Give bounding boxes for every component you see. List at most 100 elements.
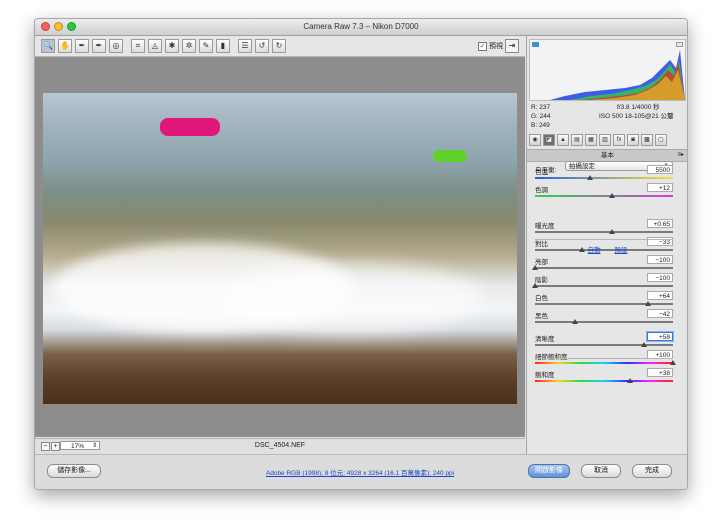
camera-raw-window: Camera Raw 7.3 – Nikon D7000 🔍 ✋ ✒ ✒ ◎ ⌗ ◬ ✱ ✲ ✎ ▮… [34,18,688,490]
adjustment-panel: R: 237 G: 244 B: 249 f/3.8 1/4000 秒 ISO … [526,36,687,454]
slider-thumb[interactable] [627,378,634,383]
tool-group: 🔍 ✋ ✒ ✒ ◎ ⌗ ◬ ✱ ✲ ✎ ▮ ☰ ↺ ↻ [41,39,289,53]
preview-checkbox[interactable]: ✓ [478,41,487,51]
crop-tool[interactable]: ⌗ [131,39,145,53]
rotate-right-tool[interactable]: ↻ [272,39,286,53]
auto-default-links: 自動 預設 [527,244,687,254]
exif-info: f/3.8 1/4000 秒 ISO 500 18-105@21 公釐 [579,103,674,121]
slider-label: 色調 [535,187,548,194]
save-image-button[interactable]: 儲存影像... [47,464,101,478]
slider-track[interactable] [535,344,673,346]
slider-label: 曝光度 [535,223,555,230]
slider-row: 亮部 −100 [527,255,687,273]
slider-row: 清晰度 +58 [527,332,687,350]
panel-tab-6[interactable]: fx [613,134,625,146]
preview-toggle[interactable]: ✓ 預視 [478,41,503,51]
panel-tab-5[interactable]: ▥ [599,134,611,146]
red-readout: R: 237 [531,104,551,111]
image-preview-area[interactable] [35,57,525,437]
slider-value-field[interactable]: +38 [647,368,673,377]
histogram-graph [530,50,685,100]
slider-track[interactable] [535,267,673,269]
open-image-button[interactable]: 開啟影像 [528,464,570,478]
default-link[interactable]: 預設 [614,247,627,254]
targeted-adjustment-tool[interactable]: ◎ [109,39,123,53]
panel-tab-7[interactable]: ◙ [627,134,639,146]
graduated-filter-tool[interactable]: ▮ [216,39,230,53]
slider-value-field[interactable]: 5500 [647,165,673,174]
cancel-button[interactable]: 取消 [581,464,621,478]
slider-track[interactable] [535,321,673,323]
slider-row: 陰影 −100 [527,273,687,291]
fullscreen-button[interactable]: ⇥ [505,39,519,53]
iso-lens: ISO 500 18-105@21 公釐 [599,113,674,120]
slider-value-field[interactable]: +64 [647,291,673,300]
slider-thumb[interactable] [532,283,538,288]
slider-value-field[interactable]: +0.65 [647,219,673,228]
panel-tab-3[interactable]: ▤ [571,134,583,146]
panel-tab-2[interactable]: ▲ [557,134,569,146]
slider-track[interactable] [535,177,673,179]
panel-tabs: ◉ ◪ ▲ ▤ ▦ ▥ fx ◙ ▩ ▢ [529,134,684,146]
slider-thumb[interactable] [645,301,652,306]
slider-track[interactable] [535,380,673,382]
slider-row: 飽和度 +38 [527,368,687,386]
adjustment-brush-tool[interactable]: ✎ [199,39,213,53]
done-button[interactable]: 完成 [632,464,672,478]
slider-thumb[interactable] [609,193,616,198]
panel-tab-1[interactable]: ◪ [543,134,555,146]
divider [535,239,673,240]
red-eye-tool[interactable]: ✲ [182,39,196,53]
title-bar: Camera Raw 7.3 – Nikon D7000 [35,19,687,36]
blue-readout: B: 249 [531,122,550,129]
slider-value-field[interactable]: +12 [647,183,673,192]
white-balance-tool[interactable]: ✒ [75,39,89,53]
aperture-shutter: f/3.8 1/4000 秒 [617,104,660,111]
status-bar: − + 17% ⇕ DSC_4504.NEF [35,438,525,454]
preferences-tool[interactable]: ☰ [238,39,252,53]
slider-track[interactable] [535,362,673,364]
slider-track[interactable] [535,195,673,197]
slider-label: 飽和度 [535,372,555,379]
bottom-bar: 儲存影像... Adobe RGB (1998); 8 位元; 4928 x 3… [35,454,687,489]
slider-row: 色溫 5500 [527,165,687,183]
slider-thumb[interactable] [532,265,538,270]
slider-track[interactable] [535,303,673,305]
panel-tab-0[interactable]: ◉ [529,134,541,146]
slider-track[interactable] [535,231,673,233]
slider-thumb[interactable] [609,229,616,234]
slider-thumb[interactable] [670,360,676,365]
window-title: Camera Raw 7.3 – Nikon D7000 [303,22,419,31]
slider-label: 色溫 [535,169,548,176]
auto-link[interactable]: 自動 [588,247,601,254]
slider-thumb[interactable] [587,175,594,180]
panel-tab-9[interactable]: ▢ [655,134,667,146]
slider-thumb[interactable] [572,319,579,324]
preview-label: 預視 [489,43,503,50]
photo-preview[interactable] [43,93,517,404]
toolbar: 🔍 ✋ ✒ ✒ ◎ ⌗ ◬ ✱ ✲ ✎ ▮ ☰ ↺ ↻ ✓ 預視 ⇥ [35,36,525,57]
panel-tab-8[interactable]: ▩ [641,134,653,146]
slider-value-field[interactable]: −42 [647,309,673,318]
workflow-options-link[interactable]: Adobe RGB (1998); 8 位元; 4928 x 3264 (16.… [185,467,535,477]
straighten-tool[interactable]: ◬ [148,39,162,53]
spot-removal-tool[interactable]: ✱ [165,39,179,53]
color-sampler-tool[interactable]: ✒ [92,39,106,53]
slider-label: 黑色 [535,313,548,320]
rotate-left-tool[interactable]: ↺ [255,39,269,53]
slider-value-field[interactable]: +58 [647,332,673,341]
panel-menu-icon[interactable]: ≡▸ [677,150,684,161]
slider-row: 白色 +64 [527,291,687,309]
shadow-clipping-warning[interactable] [532,42,539,47]
slider-track[interactable] [535,285,673,287]
slider-thumb[interactable] [641,342,648,347]
green-readout: G: 244 [531,113,551,120]
highlight-clipping-warning[interactable] [676,42,683,47]
panel-tab-4[interactable]: ▦ [585,134,597,146]
slider-value-field[interactable]: −100 [647,273,673,282]
slider-row: 曝光度 +0.65 [527,219,687,237]
zoom-tool[interactable]: 🔍 [41,39,55,53]
divider [535,358,673,359]
hand-tool[interactable]: ✋ [58,39,72,53]
slider-value-field[interactable]: −100 [647,255,673,264]
